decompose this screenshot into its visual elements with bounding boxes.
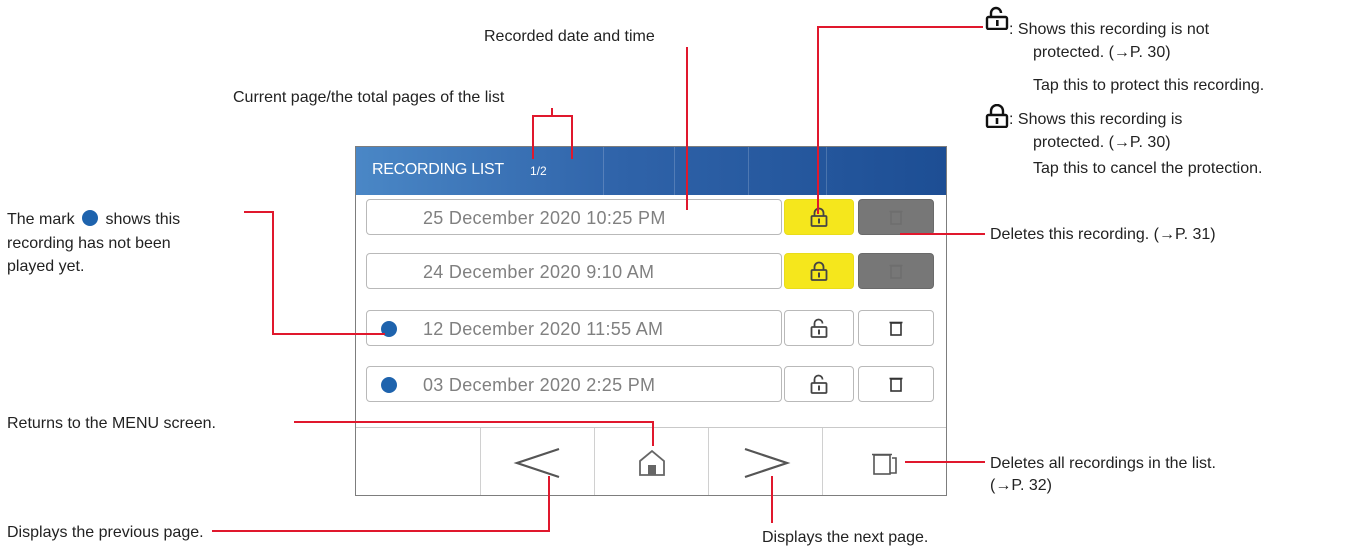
- chevron-left-icon: [513, 447, 560, 479]
- recording-date: 12 December 2020 11:55 AM: [423, 319, 664, 339]
- unprotected-annotation-line2: protected. (→P. 30): [1033, 44, 1171, 61]
- prev-page-button[interactable]: [480, 428, 595, 495]
- protected-annotation-line2: protected. (→P. 30): [1033, 134, 1171, 151]
- delete-button[interactable]: [858, 310, 934, 346]
- next-page-annotation: Displays the next page.: [762, 529, 929, 546]
- chevron-right-icon: [744, 447, 791, 479]
- protected-annotation-line3: Tap this to cancel the protection.: [1033, 160, 1263, 177]
- next-page-button[interactable]: [708, 428, 823, 495]
- locked-legend-icon: [985, 104, 1009, 128]
- recording-item[interactable]: 12 December 2020 11:55 AM: [366, 310, 782, 346]
- locked-icon: [810, 261, 828, 281]
- delete-button[interactable]: [858, 199, 934, 235]
- unlocked-icon: [810, 374, 828, 394]
- unplayed-dot-icon: [381, 377, 397, 393]
- recording-row: 24 December 2020 9:10 AM: [366, 253, 934, 289]
- trash-icon: [889, 321, 903, 336]
- leader-line: [272, 333, 385, 335]
- unplayed-mark-annotation: The mark shows this: [7, 208, 180, 231]
- screen-title: RECORDING LIST: [372, 161, 504, 178]
- delete-all-annotation-line2: (→P. 32): [990, 477, 1052, 494]
- leader-line: [272, 211, 274, 335]
- recording-date: 03 December 2020 2:25 PM: [423, 375, 656, 395]
- current-page-annotation: Current page/the total pages of the list: [233, 89, 505, 106]
- trash-icon: [889, 377, 903, 392]
- protect-toggle-button[interactable]: [784, 199, 854, 235]
- leader-line: [212, 530, 550, 532]
- delete-all-trash-icon: [872, 453, 897, 475]
- recording-date: 25 December 2020 10:25 PM: [423, 208, 666, 228]
- recording-row: 25 December 2020 10:25 PM: [366, 199, 934, 235]
- recording-date: 24 December 2020 9:10 AM: [423, 262, 655, 282]
- menu-annotation: Returns to the MENU screen.: [7, 415, 216, 432]
- recording-item[interactable]: 25 December 2020 10:25 PM: [366, 199, 782, 235]
- leader-line: [771, 476, 773, 523]
- leader-line: [548, 476, 550, 532]
- leader-line: [686, 47, 688, 210]
- unplayed-dot-legend-icon: [82, 210, 99, 226]
- delete-button[interactable]: [858, 366, 934, 402]
- leader-line: [532, 115, 534, 159]
- leader-line: [900, 233, 985, 235]
- leader-line: [905, 461, 985, 463]
- delete-one-annotation: Deletes this recording. (→P. 31): [990, 226, 1216, 243]
- leader-line: [571, 115, 573, 159]
- unplayed-mark-text-b: shows this: [105, 211, 181, 228]
- delete-button[interactable]: [858, 253, 934, 289]
- leader-line: [817, 26, 819, 214]
- unplayed-mark-annotation-line2: recording has not been: [7, 235, 171, 252]
- recorded-date-annotation: Recorded date and time: [484, 28, 655, 45]
- locked-icon: [810, 207, 828, 227]
- trash-icon: [889, 264, 903, 279]
- delete-all-annotation-line1: Deletes all recordings in the list.: [990, 455, 1216, 472]
- leader-line: [817, 26, 983, 28]
- bottom-nav-bar: [356, 427, 946, 495]
- leader-line: [652, 421, 654, 446]
- unplayed-mark-annotation-line3: played yet.: [7, 258, 85, 275]
- protected-annotation-line1: : Shows this recording is: [1009, 111, 1183, 128]
- unlocked-legend-icon: [985, 6, 1009, 30]
- trash-icon: [889, 210, 903, 225]
- title-bar: RECORDING LIST 1/2: [356, 147, 946, 195]
- protect-toggle-button[interactable]: [784, 310, 854, 346]
- protect-toggle-button[interactable]: [784, 253, 854, 289]
- leader-line: [532, 115, 573, 117]
- unprotected-annotation-line3: Tap this to protect this recording.: [1033, 77, 1265, 94]
- recording-list-screen: RECORDING LIST 1/2 25 December 2020 10:2…: [355, 146, 947, 496]
- prev-page-annotation: Displays the previous page.: [7, 524, 204, 541]
- leader-line: [294, 421, 654, 423]
- recording-item[interactable]: 03 December 2020 2:25 PM: [366, 366, 782, 402]
- unprotected-annotation-line1: : Shows this recording is not: [1009, 21, 1210, 38]
- leader-line: [244, 211, 274, 213]
- home-icon: [639, 449, 665, 476]
- unlocked-icon: [810, 318, 828, 338]
- recording-row: 03 December 2020 2:25 PM: [366, 366, 934, 402]
- protect-toggle-button[interactable]: [784, 366, 854, 402]
- recording-row: 12 December 2020 11:55 AM: [366, 310, 934, 346]
- page-indicator: 1/2: [530, 164, 547, 178]
- unplayed-mark-text-a: The mark: [7, 211, 75, 228]
- recording-item[interactable]: 24 December 2020 9:10 AM: [366, 253, 782, 289]
